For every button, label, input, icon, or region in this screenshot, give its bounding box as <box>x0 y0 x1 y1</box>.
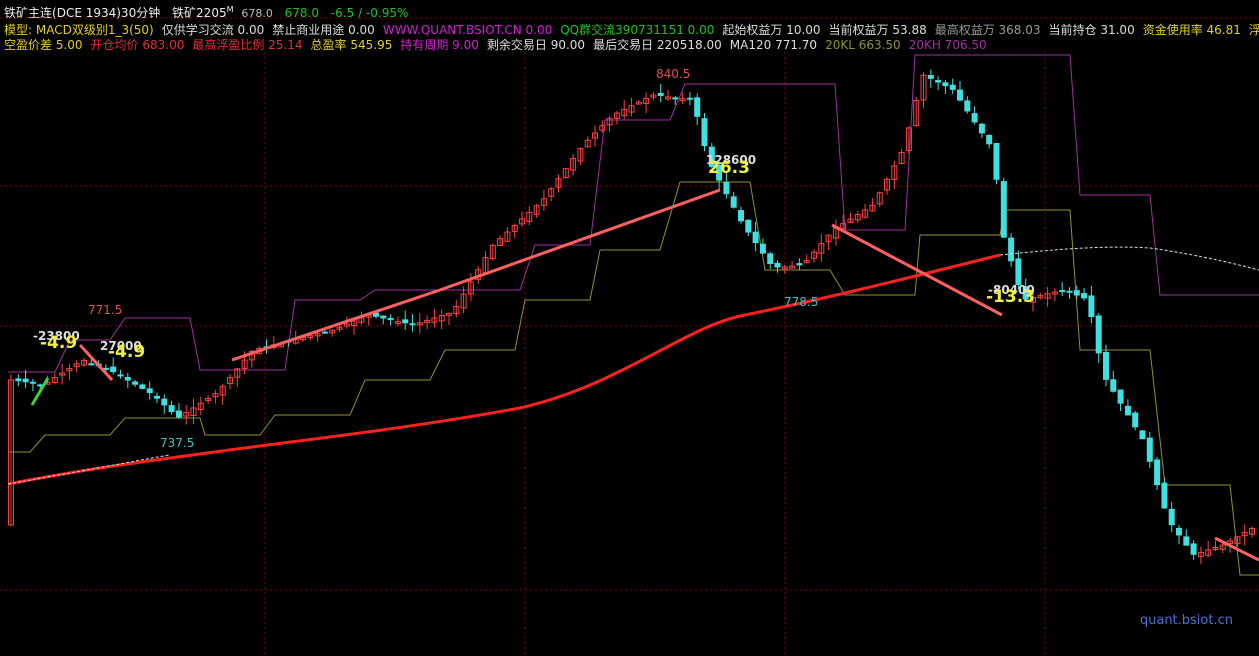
candle-body <box>1146 437 1153 462</box>
candle-body <box>154 395 160 399</box>
candle-body <box>1081 293 1088 299</box>
chart-grid <box>0 17 1259 656</box>
candle-body <box>1168 508 1175 526</box>
candle-body <box>15 378 22 382</box>
candle-body <box>759 243 766 254</box>
channel-low-line <box>8 181 1259 576</box>
candle-body <box>752 231 759 244</box>
indicator-lines <box>7 188 1259 562</box>
candle-body <box>694 97 701 117</box>
candle-body <box>1073 290 1080 296</box>
candle-body <box>117 374 124 377</box>
candle-body <box>161 398 168 406</box>
low-label: 778.5 <box>784 295 818 309</box>
candle-body <box>146 388 153 394</box>
high-label: 771.5 <box>88 303 122 317</box>
candle-body <box>1139 430 1146 440</box>
trade-segment <box>831 223 1003 317</box>
trade-segment <box>439 188 721 292</box>
candle-body <box>986 134 993 145</box>
candle-body <box>796 263 803 266</box>
candle-body <box>402 319 409 324</box>
high-label: 840.5 <box>656 67 690 81</box>
candle-body <box>380 315 387 319</box>
candle-body <box>1110 379 1117 392</box>
channel-high-line <box>8 54 1259 373</box>
candle-body <box>1154 459 1161 486</box>
candle-body <box>767 253 774 264</box>
candle-body <box>139 384 146 389</box>
candle-body <box>1176 527 1182 536</box>
candle-body <box>738 210 744 222</box>
candle-body <box>964 100 971 112</box>
low-label: 737.5 <box>160 436 194 450</box>
candle-body <box>971 113 978 123</box>
candle-body <box>88 363 95 366</box>
watermark: quant.bsiot.cn <box>1139 613 1233 628</box>
ma120-line <box>7 253 1001 486</box>
candle-body <box>1161 482 1168 509</box>
candle-body <box>1059 290 1066 293</box>
candle-body <box>686 97 693 100</box>
candlestick-chart[interactable]: 771.5840.5737.5778.5-2380027000128600-80… <box>0 0 1259 656</box>
candle-body <box>387 318 394 321</box>
trade-profit-label: -4.9 <box>108 342 145 362</box>
candle-body <box>1117 389 1124 404</box>
candle-body <box>1008 237 1015 262</box>
candle-body <box>723 182 730 195</box>
candle-body <box>774 262 781 268</box>
candle-body <box>132 381 139 385</box>
candle-body <box>29 381 36 384</box>
candle-body <box>321 331 328 334</box>
chart-labels: 771.5840.5737.5778.5-2380027000128600-80… <box>33 67 1035 450</box>
candle-body <box>730 196 737 208</box>
candle-body <box>168 405 175 413</box>
candle-body <box>110 366 117 373</box>
candle-body <box>1103 351 1109 380</box>
channel-lines <box>8 54 1259 576</box>
candle-body <box>1000 181 1007 238</box>
candle-body <box>1132 412 1139 428</box>
candle-body <box>1015 258 1022 286</box>
candle-body <box>1066 290 1073 293</box>
candle-body <box>1088 295 1095 317</box>
candle-body <box>657 93 664 96</box>
candle-body <box>949 84 956 90</box>
candle-body <box>1190 543 1197 555</box>
candle-body <box>993 143 1000 180</box>
candle-body <box>22 378 29 383</box>
candle-body <box>942 82 949 87</box>
candle-body <box>957 89 963 101</box>
candle-body <box>672 97 679 100</box>
candle-body <box>1183 536 1190 546</box>
candle-body <box>124 376 131 381</box>
candle-body <box>935 79 942 83</box>
trade-profit-label: -13.3 <box>986 287 1035 307</box>
candle-body <box>1124 405 1131 416</box>
candle-body <box>745 219 752 233</box>
trade-profit-label: 26.3 <box>708 158 750 178</box>
candle-body <box>175 410 182 418</box>
candle-body <box>1095 315 1102 354</box>
candles <box>8 69 1255 565</box>
candle-body <box>927 75 934 79</box>
candle-body <box>409 323 416 326</box>
trade-profit-label: -4.9 <box>40 333 77 353</box>
candle-body <box>978 123 985 134</box>
candle-body <box>701 118 708 146</box>
